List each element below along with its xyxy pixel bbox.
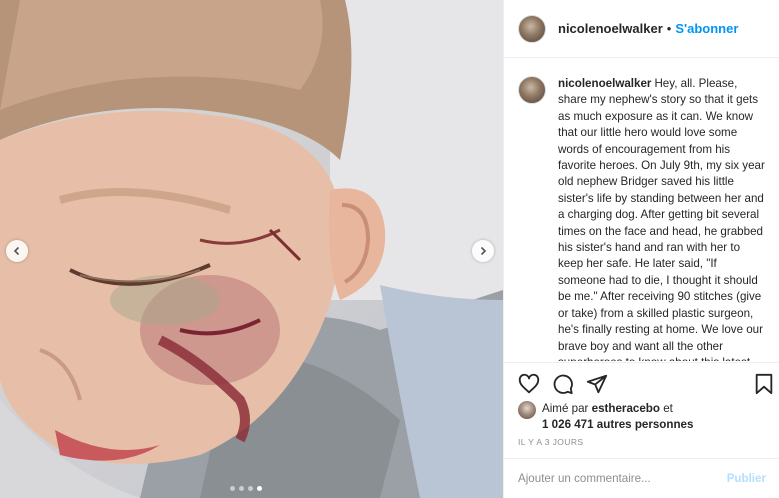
header-username[interactable]: nicolenoelwalker xyxy=(558,21,663,36)
likes-conj: et xyxy=(663,402,673,415)
likes-count[interactable]: 1 026 471 autres personnes xyxy=(542,418,693,431)
bookmark-icon xyxy=(755,373,773,395)
liker-avatar[interactable] xyxy=(518,401,536,419)
save-button[interactable] xyxy=(754,373,774,400)
carousel-dot xyxy=(239,486,244,491)
carousel-dot xyxy=(248,486,253,491)
avatar[interactable] xyxy=(518,76,546,104)
liker-username[interactable]: estheracebo xyxy=(592,402,660,415)
caption: nicolenoelwalker Hey, all. Please, share … xyxy=(558,76,766,361)
previous-photo-button[interactable] xyxy=(6,240,28,262)
share-button[interactable] xyxy=(586,373,608,400)
carousel-dot xyxy=(230,486,235,491)
caption-area[interactable]: nicolenoelwalker Hey, all. Please, share … xyxy=(504,59,779,361)
share-icon xyxy=(586,374,608,394)
like-button[interactable] xyxy=(518,373,540,400)
likes-summary: Aimé par estheracebo et 1 026 471 autres… xyxy=(518,401,768,433)
caption-username[interactable]: nicolenoelwalker xyxy=(558,77,651,90)
caption-text: Hey, all. Please, share my nephew's stor… xyxy=(558,77,765,361)
post-timestamp[interactable]: IL Y A 3 JOURS xyxy=(518,437,583,447)
comment-input[interactable] xyxy=(518,472,727,485)
carousel-dot-active xyxy=(257,486,262,491)
heart-icon xyxy=(518,373,540,394)
chevron-right-icon xyxy=(480,246,487,256)
avatar[interactable] xyxy=(518,14,546,43)
publish-button[interactable]: Publier xyxy=(727,472,766,485)
likes-prefix: Aimé par xyxy=(542,402,589,415)
header-separator: • xyxy=(666,21,672,36)
comment-box: Publier xyxy=(504,458,779,498)
follow-button[interactable]: S'abonner xyxy=(675,21,738,36)
next-photo-button[interactable] xyxy=(472,240,494,262)
post-photo xyxy=(0,0,503,498)
post-sidebar: nicolenoelwalker • S'abonner nicolenoelw… xyxy=(503,0,779,498)
action-bar xyxy=(504,362,779,406)
carousel-indicator xyxy=(230,486,262,491)
post-header: nicolenoelwalker • S'abonner xyxy=(504,0,779,58)
comment-button[interactable] xyxy=(552,373,574,400)
comment-icon xyxy=(553,374,573,395)
likes-text: Aimé par estheracebo et 1 026 471 autres… xyxy=(542,401,693,433)
photo-illustration xyxy=(0,0,503,498)
chevron-left-icon xyxy=(13,246,20,256)
